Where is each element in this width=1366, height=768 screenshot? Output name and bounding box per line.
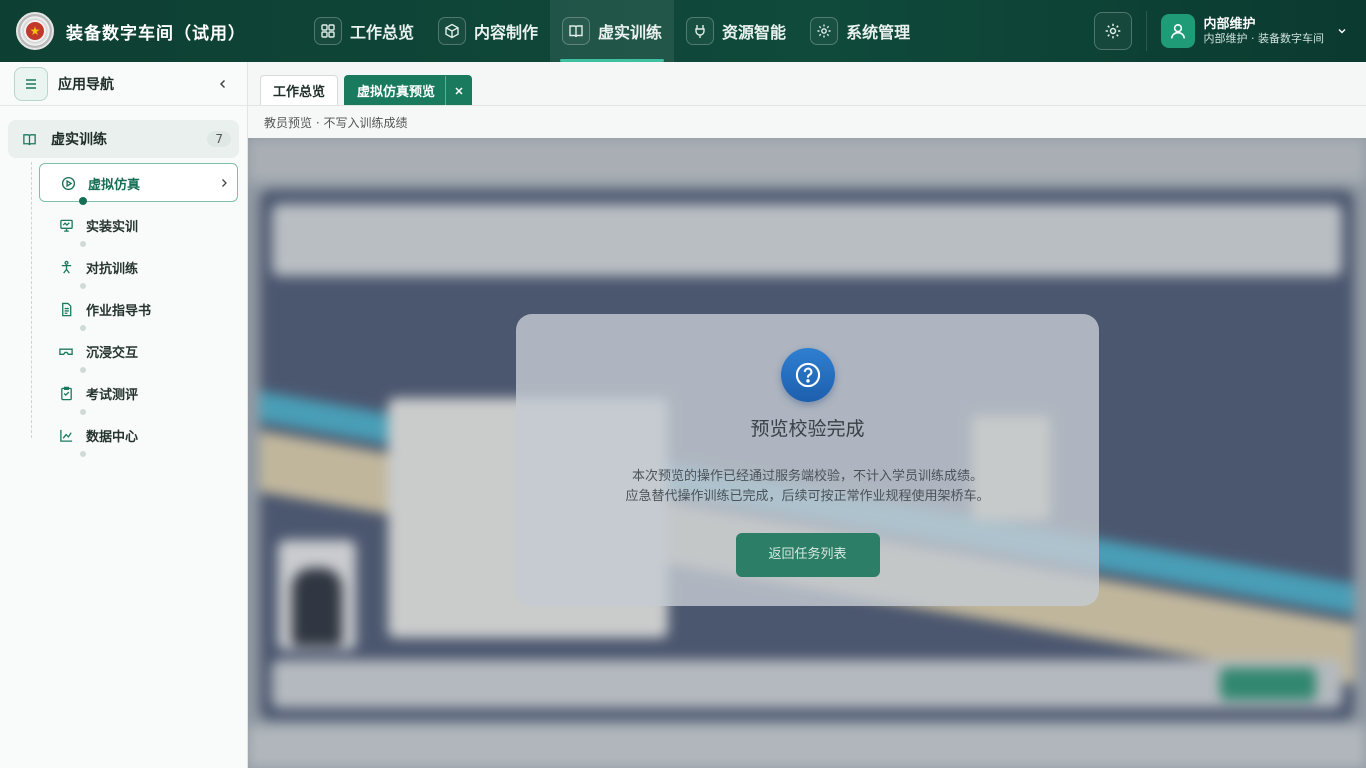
nav-label: 内容制作 [474, 23, 539, 42]
user-name: 内部维护 [1203, 16, 1256, 32]
chevron-right-icon [222, 179, 227, 187]
group-label: 虚实训练 [51, 132, 107, 148]
dialog-message-line: 应急替代操作训练已完成，后续可按正常作业规程使用架桥车。 [625, 489, 990, 504]
plug-icon [686, 17, 715, 45]
tab-label: 虚拟仿真预览 [357, 85, 436, 100]
book-icon [23, 133, 36, 145]
sidebar-item-practical[interactable]: 实装实训 [0, 204, 247, 247]
tab-overview[interactable]: 工作总览 [260, 75, 339, 105]
sidebar-header: 应用导航 [0, 62, 247, 106]
sidebar-item-exam[interactable]: 考试测评 [0, 372, 247, 415]
user-avatar [1160, 14, 1195, 48]
vr-headset-icon [58, 343, 74, 359]
sidebar-item-label: 实装实训 [86, 219, 139, 235]
preview-complete-dialog: 预览校验完成 本次预览的操作已经通过服务端校验，不计入学员训练成绩。 应急替代操… [516, 314, 1099, 606]
nav-item-content[interactable]: 内容制作 [426, 0, 550, 62]
dialog-message: 本次预览的操作已经通过服务端校验，不计入学员训练成绩。 应急替代操作训练已完成，… [516, 467, 1099, 507]
play-circle-icon [60, 175, 76, 191]
sidebar-item-immersive[interactable]: 沉浸交互 [0, 330, 247, 373]
clipboard-icon [58, 385, 74, 401]
sidebar-item-label: 沉浸交互 [86, 345, 139, 361]
settings-icon [1105, 23, 1120, 39]
main-nav: 工作总览 内容制作 虚实训练 资源智能 系统管理 [302, 0, 922, 62]
grid-icon [314, 17, 342, 45]
nav-label: 工作总览 [350, 23, 415, 42]
preview-note: 教员预览 · 不写入训练成绩 [248, 106, 1366, 138]
sidebar-title: 应用导航 [58, 76, 114, 93]
close-icon [455, 86, 463, 95]
figure-icon [58, 259, 74, 275]
sidebar-items: 虚拟仿真 实装实训 对抗训练 作业指导书 沉浸交互 考试测评 数据中心 [0, 162, 247, 457]
close-tab-button[interactable] [445, 75, 471, 106]
top-right: 内部维护 内部维护 · 装备数字车间 [1093, 11, 1349, 51]
nav-label: 资源智能 [722, 23, 787, 42]
collapse-sidebar-icon[interactable] [217, 78, 229, 90]
dialog-title: 预览校验完成 [750, 418, 865, 440]
sidebar-item-combat[interactable]: 对抗训练 [0, 246, 247, 289]
group-count-badge: 7 [207, 131, 231, 147]
gear-icon [810, 17, 839, 45]
monitor-icon [58, 217, 74, 233]
tab-sim-preview[interactable]: 虚拟仿真预览 [344, 75, 473, 106]
return-to-task-list-button[interactable]: 返回任务列表 [735, 533, 880, 577]
sidebar-item-label: 作业指导书 [86, 303, 152, 319]
nav-label: 虚实训练 [598, 23, 663, 42]
dialog-message-line: 本次预览的操作已经通过服务端校验，不计入学员训练成绩。 [631, 469, 983, 484]
chart-icon [58, 427, 74, 443]
top-bar: ★ 装备数字车间（试用） 工作总览 内容制作 虚实训练 资源智能 系统管理 内部… [0, 0, 1366, 62]
nav-label: 系统管理 [846, 23, 911, 42]
chevron-down-icon [1338, 29, 1346, 34]
app-title: 装备数字车间（试用） [66, 23, 246, 44]
sidebar-item-label: 考试测评 [86, 387, 139, 403]
sidebar-item-label: 数据中心 [86, 429, 139, 445]
settings-button[interactable] [1093, 12, 1132, 50]
question-icon [780, 348, 835, 402]
user-icon [1170, 24, 1185, 39]
simulation-stage: 预览校验完成 本次预览的操作已经通过服务端校验，不计入学员训练成绩。 应急替代操… [248, 138, 1366, 768]
nav-item-system[interactable]: 系统管理 [798, 0, 922, 62]
nav-item-training[interactable]: 虚实训练 [550, 0, 675, 62]
user-menu[interactable]: 内部维护 内部维护 · 装备数字车间 [1145, 11, 1349, 51]
sidebar-item-guide[interactable]: 作业指导书 [0, 288, 247, 331]
nav-item-resources[interactable]: 资源智能 [674, 0, 798, 62]
sidebar-group-training[interactable]: 虚实训练 7 [8, 120, 239, 158]
tree-dot [80, 451, 86, 457]
menu-toggle-button[interactable] [14, 66, 48, 101]
hamburger-icon [26, 78, 36, 89]
star-icon: ★ [26, 22, 44, 40]
user-subtitle: 内部维护 · 装备数字车间 [1203, 31, 1325, 45]
cube-icon [438, 17, 467, 45]
nav-item-overview[interactable]: 工作总览 [302, 0, 426, 62]
book-icon [562, 17, 591, 45]
sidebar-item-data[interactable]: 数据中心 [0, 414, 247, 457]
main-area: 工作总览 虚拟仿真预览 教员预览 · 不写入训练成绩 预览校验完成 本次预览的操… [248, 62, 1366, 768]
sidebar-item-label: 虚拟仿真 [88, 177, 141, 193]
document-icon [58, 301, 74, 317]
sidebar-item-label: 对抗训练 [86, 261, 139, 277]
sidebar-item-virtual-sim[interactable]: 虚拟仿真 [0, 162, 247, 205]
tab-label: 工作总览 [273, 85, 326, 100]
logo: ★ [16, 12, 54, 50]
sidebar: 应用导航 虚实训练 7 虚拟仿真 实装实训 对抗训练 作业指导书 沉浸交互 考试… [0, 62, 248, 768]
tab-bar: 工作总览 虚拟仿真预览 [248, 62, 1366, 106]
